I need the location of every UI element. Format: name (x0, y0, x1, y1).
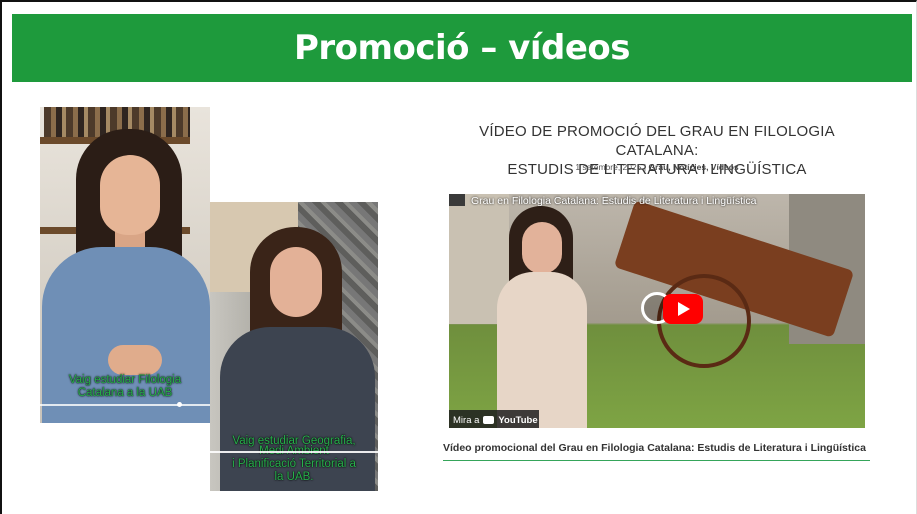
video-description: Vídeo promocional del Grau en Filologia … (443, 442, 866, 454)
slide-title: Promoció – vídeos (294, 28, 630, 68)
play-button-icon[interactable] (663, 294, 703, 324)
youtube-embed[interactable]: Grau en Filologia Catalana: Estudis de L… (449, 194, 865, 428)
slide: Promoció – vídeos Vaig estudiar Filologi… (0, 0, 917, 514)
video-caption-filologia: Vaig estudiar Filologia Catalana a la UA… (68, 374, 182, 399)
person-face (522, 222, 562, 274)
article-categories[interactable]: Grau, Notícies, Vídeos (648, 162, 738, 172)
video-progress-bar[interactable] (210, 451, 378, 453)
person-face (270, 247, 322, 317)
video-caption-geografia: Vaig estudiar Geografia, Medi Ambient i … (232, 435, 356, 483)
divider (443, 460, 870, 461)
video-progress-bar[interactable] (40, 404, 210, 406)
watch-on-youtube-button[interactable]: Mira a YouTube (449, 410, 539, 428)
channel-logo-icon[interactable] (449, 194, 465, 206)
article-meta: 1 setembre, 2025 | Grau, Notícies, Vídeo… (575, 162, 739, 172)
person-face (100, 155, 160, 235)
person-shirt (497, 272, 587, 428)
video-progress-handle[interactable] (177, 402, 182, 407)
youtube-video-title[interactable]: Grau en Filologia Catalana: Estudis de L… (471, 194, 756, 208)
article-date: 1 setembre, 2025 (575, 162, 642, 172)
youtube-logo-icon (483, 416, 495, 424)
slide-header: Promoció – vídeos (12, 14, 912, 82)
